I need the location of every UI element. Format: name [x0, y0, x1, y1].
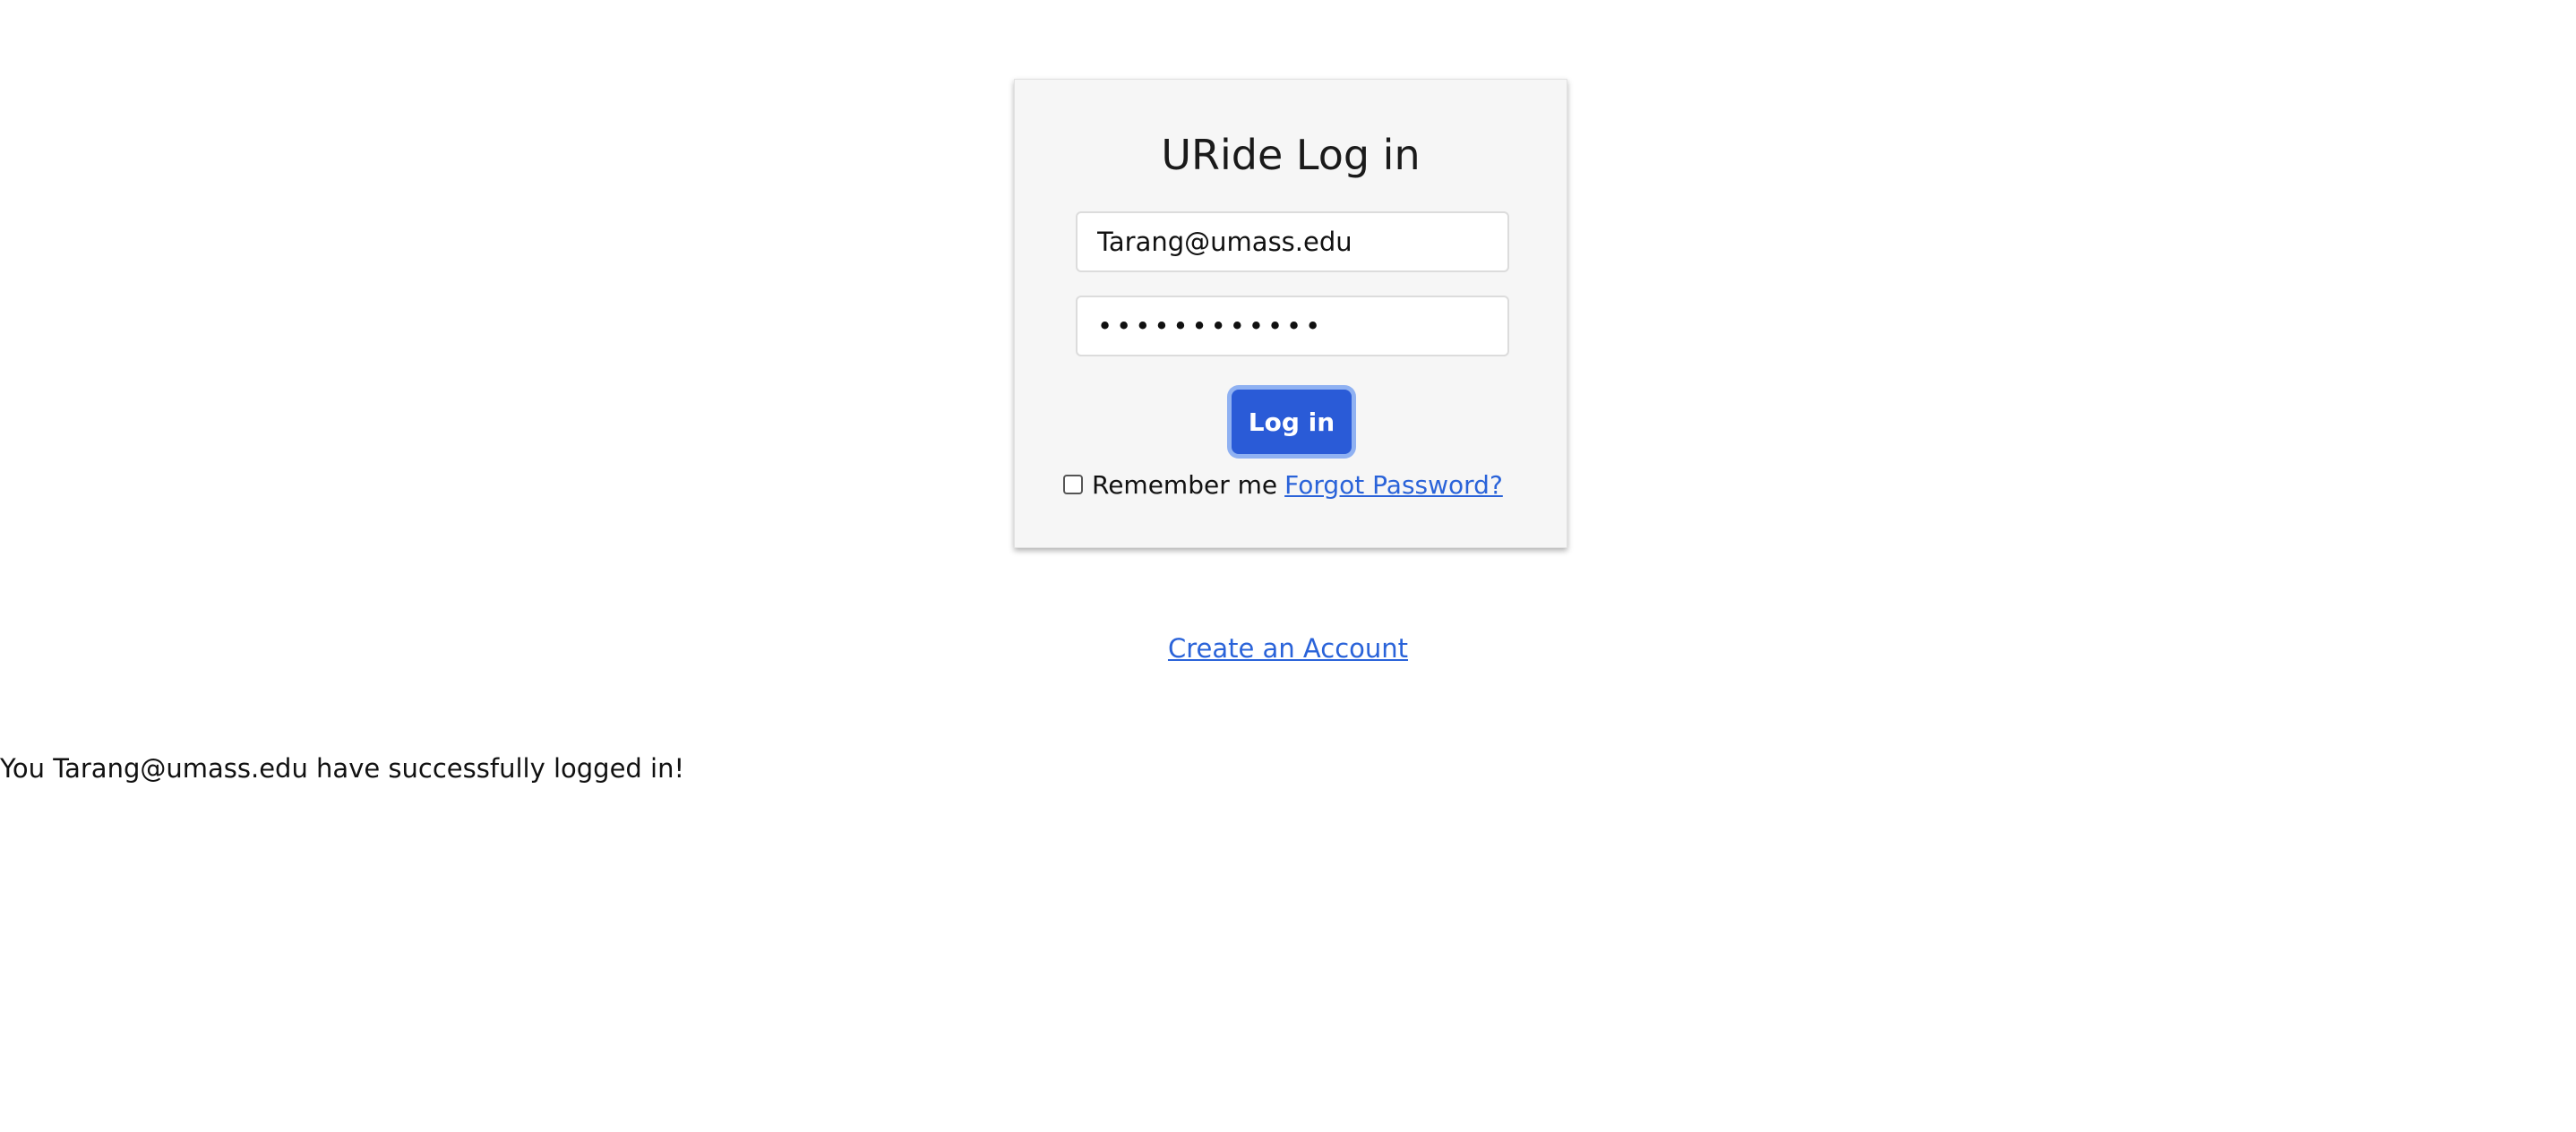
page: URide Log in Log in Remember me Forgot P… [0, 0, 2576, 1132]
email-input[interactable] [1076, 211, 1509, 272]
create-account-container: Create an Account [0, 627, 2576, 670]
forgot-password-link[interactable]: Forgot Password? [1284, 470, 1503, 500]
password-input[interactable] [1076, 296, 1509, 356]
remember-me-label: Remember me [1092, 469, 1278, 500]
remember-me-checkbox[interactable] [1063, 475, 1083, 494]
create-account-link[interactable]: Create an Account [1168, 633, 1408, 664]
login-button[interactable]: Log in [1232, 390, 1352, 454]
login-title: URide Log in [1161, 131, 1421, 179]
remember-me-row: Remember me Forgot Password? [1063, 463, 1503, 506]
login-success-message: You Tarang@umass.edu have successfully l… [0, 753, 685, 784]
login-card: URide Log in Log in Remember me Forgot P… [1014, 79, 1567, 548]
